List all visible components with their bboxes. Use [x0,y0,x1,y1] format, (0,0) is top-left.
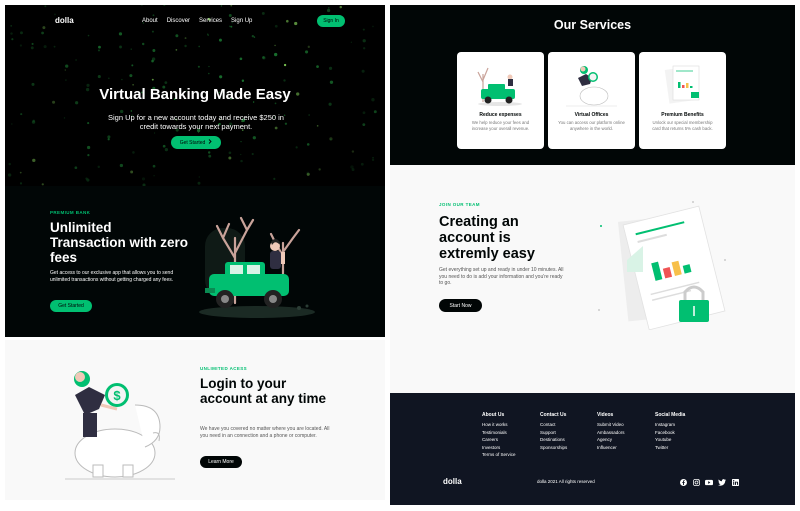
footer-column-social: Social Media Instagram Facebook Youtube … [655,412,685,451]
service-card-reduce-expenses[interactable]: Reduce expenses We help reduce your fees… [457,52,544,149]
linkedin-icon[interactable] [731,478,739,486]
footer-link[interactable]: Ambassadors [597,429,625,437]
section-topline: PREMIUM BANK [50,210,91,215]
facebook-icon[interactable] [679,478,687,486]
card-description: Unlock our special membership card that … [652,120,713,131]
footer-link[interactable]: Destinations [540,436,567,444]
twitter-icon[interactable] [718,478,726,486]
card-title: Premium Benefits [661,112,704,118]
footer-link[interactable]: Support [540,429,567,437]
footer-link[interactable]: Agency [597,436,625,444]
footer-column-title: Videos [597,412,614,418]
section-description: Get everything set up and ready in under… [439,267,564,286]
footer-link[interactable]: Instagram [655,421,685,429]
instagram-icon[interactable] [692,478,700,486]
footer-link[interactable]: Twitter [655,444,685,452]
card-description: We help reduce your fees and increase yo… [471,120,530,131]
footer-link[interactable]: Facebook [655,429,685,437]
footer-link[interactable]: Influencer [597,444,625,452]
hero-section: dolla About Discover Services Sign Up Si… [5,5,385,186]
about-section: PREMIUM BANK Unlimited Transaction with … [5,186,385,337]
footer-logo[interactable]: dolla [443,477,462,486]
section-description: Get access to our exclusive app that all… [50,270,174,283]
get-started-button[interactable]: Get Started [171,136,221,149]
section-topline: UNLIMITED ACESS [200,366,248,371]
piggy-bank-illustration: $ [65,371,175,480]
section-heading: Creating an account is extremly easy [439,214,535,262]
sign-in-button[interactable]: Sign In [317,15,345,27]
piggy-bank-thumbnail-icon [566,66,617,107]
services-title: Our Services [553,18,632,32]
hero-title: Virtual Banking Made Easy [99,86,291,103]
nav-link-discover[interactable]: Discover [167,18,190,24]
footer-column-about: About Us How it works Testimonials Caree… [482,412,516,459]
footer-link[interactable]: Youtube [655,436,685,444]
section-topline: JOIN OUR TEAM [439,202,480,207]
car-illustration [199,216,315,318]
start-now-button[interactable]: Start Now [439,299,482,312]
nav-link-services[interactable]: Services [199,18,222,24]
footer-link[interactable]: Careers [482,436,516,444]
card-title: Virtual Offices [574,112,609,118]
navbar: dolla About Discover Services Sign Up Si… [5,14,385,30]
chevron-right-icon [208,139,212,146]
nav-menu: About Discover Services Sign Up [142,18,252,24]
car-thumbnail-icon [477,67,522,106]
learn-more-button[interactable]: Learn More [200,456,242,468]
footer-column-contact: Contact Us Contact Support Destinations … [540,412,567,451]
signup-section: JOIN OUR TEAM Creating an account is ext… [390,165,795,393]
navbar-logo[interactable]: dolla [55,16,74,25]
get-started-button[interactable]: Get Started [50,300,92,312]
service-card-premium-benefits[interactable]: Premium Benefits Unlock our special memb… [639,52,726,149]
section-description: We have you covered no matter where you … [200,426,330,439]
footer-link[interactable]: Contact [540,421,567,429]
nav-link-signup[interactable]: Sign Up [231,18,252,24]
card-title: Reduce expenses [479,112,522,118]
footer: About Us How it works Testimonials Caree… [390,393,795,505]
footer-link[interactable]: Sponsorships [540,444,567,452]
footer-column-title: Contact Us [540,412,567,418]
document-chart-illustration [598,201,726,330]
footer-link[interactable]: How it works [482,421,516,429]
social-icons [679,478,739,486]
section-heading: Unlimited Transaction with zero fees [50,220,189,265]
get-started-label: Get Started [179,139,206,146]
copyright-text: dolla 2021 All rights reserved [537,479,595,484]
footer-column-videos: Videos Submit Video Ambassadors Agency I… [597,412,625,451]
services-section: Our Services Reduce expenses We help red… [390,5,795,165]
document-chart-thumbnail-icon [664,65,700,104]
card-description: You can access our platform online anywh… [558,120,625,131]
discover-section: $ UNLIMITED ACESS Login to your account … [5,340,385,500]
hero-description: Sign Up for a new account today and rece… [108,113,284,131]
nav-link-about[interactable]: About [142,18,158,24]
footer-column-title: Social Media [655,412,686,418]
footer-link[interactable]: Testimonials [482,429,516,437]
svg-text:$: $ [113,388,121,403]
footer-link[interactable]: Terms of Service [482,451,516,459]
footer-link[interactable]: Investors [482,444,516,452]
service-card-virtual-offices[interactable]: Virtual Offices You can access our platf… [548,52,635,149]
section-heading: Login to your account at any time [200,376,327,406]
footer-column-title: About Us [482,412,505,418]
footer-link[interactable]: Submit Video [597,421,625,429]
youtube-icon[interactable] [705,478,713,486]
